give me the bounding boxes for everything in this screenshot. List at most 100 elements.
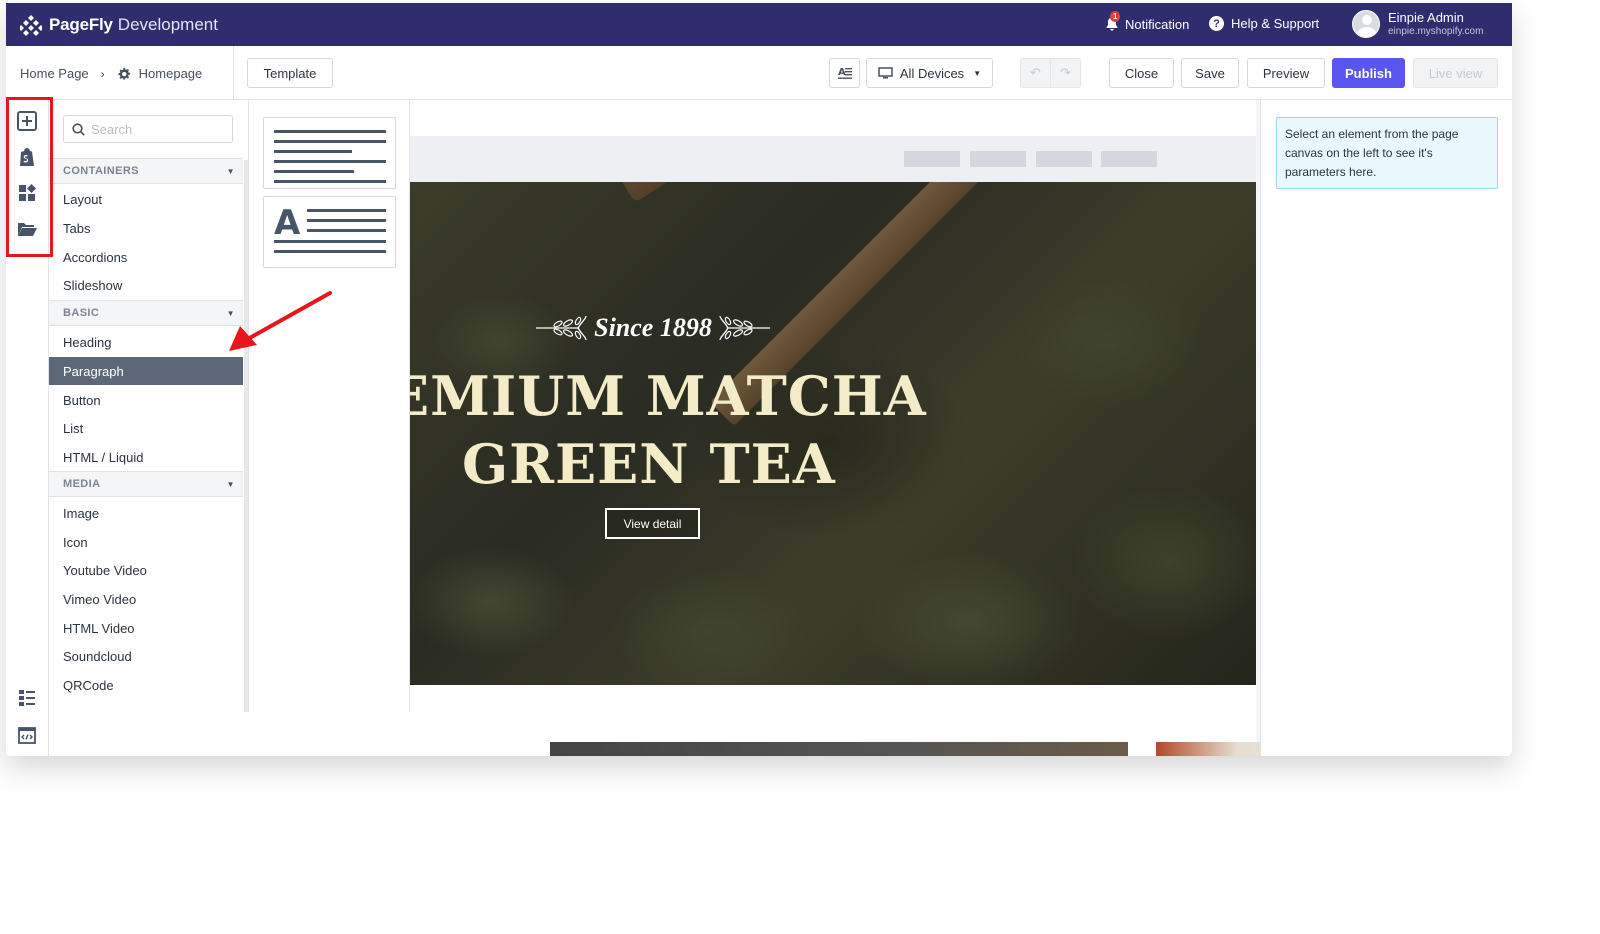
- breadcrumb-home[interactable]: Home Page: [20, 66, 89, 81]
- element-item-youtube-video[interactable]: Youtube Video: [49, 556, 243, 584]
- breadcrumb-separator: ›: [100, 66, 105, 81]
- add-element-icon[interactable]: [17, 111, 37, 131]
- canvas-nav-strip[interactable]: [410, 136, 1256, 182]
- top-bar: PageFly Development 1 Notification ? Hel…: [6, 3, 1512, 46]
- laurel-right-icon: [719, 315, 770, 341]
- text-line-icon: [274, 140, 386, 143]
- element-item-tabs[interactable]: Tabs: [49, 214, 243, 242]
- element-item-heading[interactable]: Heading: [49, 328, 243, 356]
- gear-icon[interactable]: [117, 67, 131, 81]
- text-line-icon: [307, 219, 386, 222]
- category-label: MEDIA: [63, 478, 101, 490]
- laurel-left-icon: [536, 315, 587, 341]
- view-detail-button[interactable]: View detail: [605, 508, 700, 539]
- element-item-qrcode[interactable]: QRCode: [49, 671, 243, 699]
- save-button[interactable]: Save: [1181, 58, 1239, 88]
- hero-heading-line1[interactable]: EMIUM MATCHA: [410, 364, 927, 428]
- template-button[interactable]: Template: [247, 58, 333, 88]
- category-containers[interactable]: CONTAINERS ▼: [49, 158, 243, 184]
- category-basic[interactable]: BASIC ▼: [49, 300, 243, 326]
- page-canvas[interactable]: Since 1898 EMIUM MATCHA GREEN TEA View d…: [410, 100, 1512, 756]
- element-item-button[interactable]: Button: [49, 386, 243, 414]
- category-media[interactable]: MEDIA ▼: [49, 471, 243, 497]
- chevron-down-icon: ▼: [973, 68, 982, 78]
- properties-hint: Select an element from the page canvas o…: [1276, 117, 1498, 189]
- element-item-image[interactable]: Image: [49, 499, 243, 527]
- publish-button[interactable]: Publish: [1332, 58, 1405, 88]
- device-selector[interactable]: All Devices ▼: [866, 58, 993, 88]
- undo-button[interactable]: ↶: [1020, 58, 1051, 88]
- text-line-icon: [274, 240, 386, 243]
- nav-placeholder[interactable]: [1101, 151, 1157, 167]
- redo-button[interactable]: ↷: [1050, 58, 1081, 88]
- pagefly-logo-icon: [20, 15, 42, 36]
- chevron-down-icon: ▼: [226, 309, 235, 318]
- category-label: BASIC: [63, 307, 100, 319]
- text-line-icon: [274, 170, 354, 173]
- element-item-list[interactable]: List: [49, 414, 243, 442]
- text-format-icon: A: [837, 67, 852, 79]
- icon-rail: [6, 100, 49, 756]
- element-item-html-liquid[interactable]: HTML / Liquid: [49, 443, 243, 471]
- layers-icon[interactable]: [17, 688, 37, 708]
- code-icon[interactable]: [17, 725, 37, 745]
- hero-heading-line2[interactable]: GREEN TEA: [462, 432, 836, 496]
- preview-button[interactable]: Preview: [1247, 58, 1325, 88]
- help-support-button[interactable]: ? Help & Support: [1209, 16, 1319, 31]
- question-icon: ?: [1209, 16, 1224, 31]
- editor-toolbar: Home Page › Homepage Template A All Devi…: [6, 46, 1512, 100]
- text-line-icon: [307, 229, 386, 232]
- svg-text:A: A: [838, 67, 846, 78]
- shopify-bag-icon[interactable]: [17, 147, 37, 167]
- element-item-icon[interactable]: Icon: [49, 528, 243, 556]
- element-item-paragraph[interactable]: Paragraph: [49, 357, 243, 385]
- element-item-html-video[interactable]: HTML Video: [49, 614, 243, 642]
- desktop-icon: [878, 66, 893, 78]
- text-line-icon: [307, 209, 386, 212]
- element-item-vimeo-video[interactable]: Vimeo Video: [49, 585, 243, 613]
- logo[interactable]: PageFly Development: [20, 14, 218, 36]
- tagline-text: Since 1898: [594, 313, 712, 342]
- user-shop: einpie.myshopify.com: [1388, 26, 1484, 37]
- nav-placeholder[interactable]: [1036, 151, 1092, 167]
- paragraph-variant-text[interactable]: [263, 117, 396, 189]
- avatar: [1352, 10, 1380, 38]
- dropcap-a-icon: A: [274, 203, 301, 243]
- brand-name: PageFly: [49, 15, 113, 34]
- nav-placeholder[interactable]: [970, 151, 1026, 167]
- hero-tagline[interactable]: Since 1898: [528, 308, 778, 348]
- element-item-layout[interactable]: Layout: [49, 185, 243, 213]
- close-button[interactable]: Close: [1109, 58, 1174, 88]
- elements-panel: CONTAINERS ▼ Layout Tabs Accordions Slid…: [49, 100, 248, 712]
- breadcrumb: Home Page › Homepage: [20, 66, 202, 81]
- canvas-top-spacer: [410, 100, 1256, 136]
- app-suffix: Development: [117, 15, 218, 34]
- help-label: Help & Support: [1231, 16, 1320, 31]
- element-item-accordions[interactable]: Accordions: [49, 243, 243, 271]
- element-item-slideshow[interactable]: Slideshow: [49, 271, 243, 299]
- product-image-thumbnail[interactable]: [550, 742, 1128, 756]
- element-item-soundcloud[interactable]: Soundcloud: [49, 642, 243, 670]
- panel-footer-area: [49, 712, 410, 756]
- notification-button[interactable]: 1 Notification: [1104, 11, 1189, 32]
- sections-icon[interactable]: [17, 183, 37, 203]
- paragraph-variant-dropcap[interactable]: A: [263, 196, 396, 268]
- folder-icon[interactable]: [17, 219, 37, 239]
- category-label: CONTAINERS: [63, 165, 139, 177]
- user-menu[interactable]: Einpie Admin einpie.myshopify.com: [1352, 10, 1483, 38]
- device-label: All Devices: [899, 65, 965, 81]
- text-line-icon: [274, 250, 386, 253]
- nav-placeholder[interactable]: [904, 151, 960, 167]
- search-input[interactable]: [91, 121, 231, 137]
- text-line-icon: [274, 150, 352, 153]
- search-box[interactable]: [63, 115, 233, 143]
- user-name: Einpie Admin: [1388, 10, 1464, 25]
- chevron-down-icon: ▼: [226, 167, 235, 176]
- format-button[interactable]: A: [829, 58, 860, 88]
- properties-panel: Select an element from the page canvas o…: [1260, 100, 1512, 756]
- app-window: PageFly Development 1 Notification ? Hel…: [6, 3, 1512, 756]
- page-title[interactable]: Homepage: [139, 66, 203, 81]
- live-view-button[interactable]: Live view: [1413, 58, 1498, 88]
- hero-section[interactable]: Since 1898 EMIUM MATCHA GREEN TEA View d…: [410, 182, 1256, 685]
- bell-icon: 1: [1104, 11, 1121, 32]
